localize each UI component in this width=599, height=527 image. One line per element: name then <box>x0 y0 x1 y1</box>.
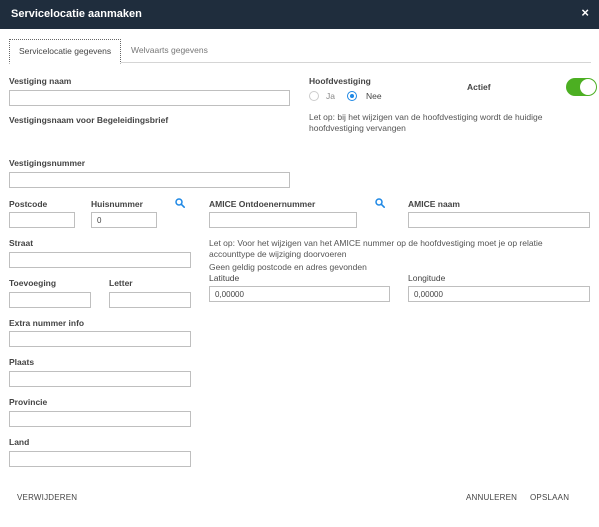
amice-ontdoenernummer-input[interactable] <box>209 212 357 228</box>
search-icon[interactable] <box>175 198 185 208</box>
latitude-input[interactable] <box>209 286 390 302</box>
vestiging-naam-label: Vestiging naam <box>9 76 72 86</box>
huisnummer-input[interactable] <box>91 212 157 228</box>
amice-search-icon[interactable] <box>375 198 385 208</box>
extra-nummer-info-input[interactable] <box>9 331 191 347</box>
tab-servicelocatie-gegevens[interactable]: Servicelocatie gegevens <box>9 39 122 64</box>
letter-input[interactable] <box>109 292 191 308</box>
land-label: Land <box>9 437 30 447</box>
delete-button[interactable]: VERWIJDEREN <box>17 493 77 502</box>
vestiging-naam-input[interactable] <box>9 90 290 106</box>
hoofdvestiging-label: Hoofdvestiging <box>309 76 371 86</box>
amice-naam-label: AMICE naam <box>408 199 460 209</box>
dialog-header: Servicelocatie aanmaken × <box>0 0 599 29</box>
extra-nummer-info-label: Extra nummer info <box>9 318 85 328</box>
toggle-knob <box>580 79 596 95</box>
plaats-label: Plaats <box>9 357 35 367</box>
hoofdvestiging-ja-label: Ja <box>326 91 335 101</box>
close-icon[interactable]: × <box>581 6 589 20</box>
toevoeging-input[interactable] <box>9 292 91 308</box>
straat-label: Straat <box>9 238 34 248</box>
huisnummer-label: Huisnummer <box>91 199 143 209</box>
hoofdvestiging-note: Let op: bij het wijzigen van de hoofdves… <box>309 112 543 133</box>
amice-note: Let op: Voor het wijzigen van het AMICE … <box>209 238 543 259</box>
actief-label: Actief <box>467 82 491 92</box>
postcode-label: Postcode <box>9 199 48 209</box>
provincie-input[interactable] <box>9 411 191 427</box>
amice-ontdoenernummer-label: AMICE Ontdoenernummer <box>209 199 316 209</box>
vestigingsnaam-brief-label: Vestigingsnaam voor Begeleidingsbrief <box>9 115 169 125</box>
postcode-input[interactable] <box>9 212 75 228</box>
plaats-input[interactable] <box>9 371 191 387</box>
cancel-button[interactable]: ANNULEREN <box>466 493 517 502</box>
hoofdvestiging-nee-radio[interactable] <box>347 91 357 101</box>
address-note: Geen geldig postcode en adres gevonden <box>209 262 367 272</box>
longitude-label: Longitude <box>408 273 446 283</box>
latitude-label: Latitude <box>209 273 240 283</box>
save-button[interactable]: OPSLAAN <box>530 493 569 502</box>
tab-welvaarts-gegevens[interactable]: Welvaarts gegevens <box>122 39 217 63</box>
straat-input[interactable] <box>9 252 191 268</box>
tab-bar: Servicelocatie gegevens Welvaarts gegeve… <box>9 39 591 64</box>
letter-label: Letter <box>109 278 133 288</box>
hoofdvestiging-ja-radio[interactable] <box>309 91 319 101</box>
longitude-input[interactable] <box>408 286 590 302</box>
provincie-label: Provincie <box>9 397 48 407</box>
toevoeging-label: Toevoeging <box>9 278 57 288</box>
actief-toggle[interactable] <box>566 78 597 96</box>
land-input[interactable] <box>9 451 191 467</box>
amice-naam-input[interactable] <box>408 212 590 228</box>
vestigingsnummer-input[interactable] <box>9 172 290 188</box>
vestigingsnummer-label: Vestigingsnummer <box>9 158 86 168</box>
hoofdvestiging-nee-label: Nee <box>366 91 382 101</box>
dialog-title: Servicelocatie aanmaken <box>11 8 142 20</box>
